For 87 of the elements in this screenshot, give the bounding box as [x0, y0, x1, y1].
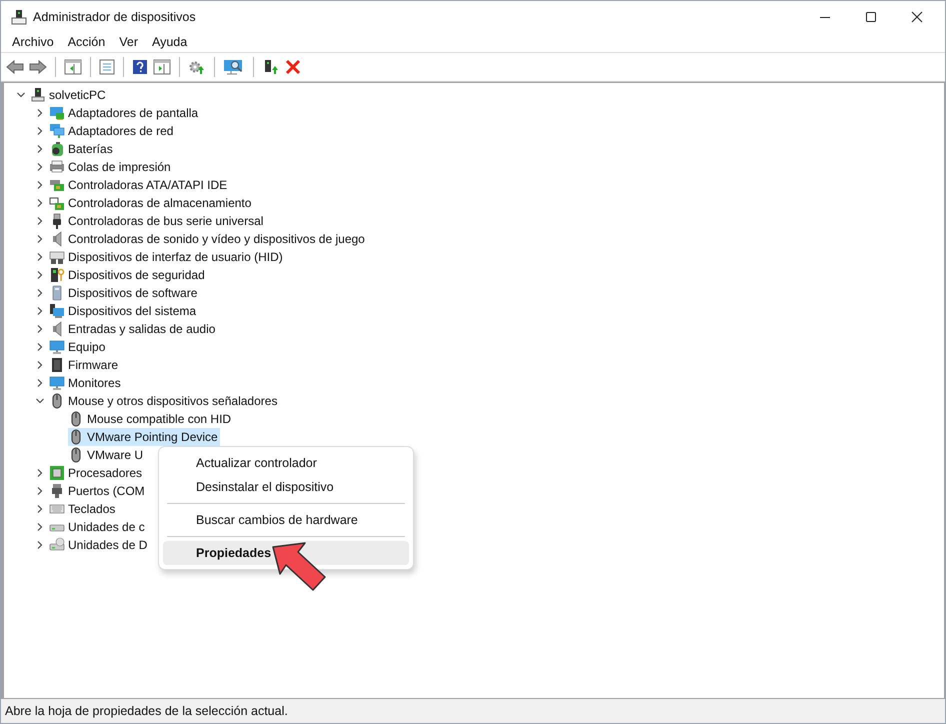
chevron-icon[interactable] — [35, 252, 45, 262]
forward-arrow-icon[interactable] — [29, 59, 47, 75]
chevron-icon[interactable] — [35, 360, 45, 370]
close-icon[interactable] — [911, 10, 923, 22]
disc-drive-icon — [49, 537, 65, 553]
chevron-icon[interactable] — [35, 504, 45, 514]
printer-icon — [49, 159, 65, 175]
pointer-arrow-drawing — [271, 541, 327, 593]
context-menu-item[interactable]: Actualizar controlador — [163, 451, 409, 475]
tree-item[interactable]: Dispositivos de software — [49, 284, 200, 302]
help-icon[interactable] — [132, 59, 148, 75]
monitor-search-icon[interactable] — [223, 59, 245, 75]
chevron-icon[interactable] — [16, 90, 26, 100]
tree-item[interactable]: Controladoras de sonido y vídeo y dispositivos de juego — [49, 230, 367, 248]
tree-item[interactable]: Baterías — [49, 140, 115, 158]
battery-icon — [49, 141, 65, 157]
chip-icon — [49, 357, 65, 373]
context-menu-item[interactable]: Desinstalar el dispositivo — [163, 475, 409, 499]
chevron-icon[interactable] — [35, 216, 45, 226]
tree-item[interactable]: Dispositivos de interfaz de usuario (HID) — [49, 248, 285, 266]
chevron-icon[interactable] — [35, 144, 45, 154]
tree-item[interactable]: Dispositivos de seguridad — [49, 266, 207, 284]
card-icon — [49, 177, 65, 193]
panel-icon[interactable] — [153, 59, 171, 75]
tree-item[interactable]: Procesadores — [49, 464, 144, 482]
tree-item[interactable]: Adaptadores de red — [49, 122, 176, 140]
chevron-icon[interactable] — [35, 540, 45, 550]
chevron-icon[interactable] — [35, 396, 45, 406]
tree-item[interactable]: Mouse compatible con HID — [68, 410, 234, 428]
tree-item[interactable]: Unidades de c — [49, 518, 147, 536]
tree-item[interactable]: solveticPC — [30, 86, 108, 104]
storage-icon — [49, 195, 65, 211]
tree-item[interactable]: Firmware — [49, 356, 120, 374]
tree-item[interactable]: Controladoras de bus serie universal — [49, 212, 266, 230]
chevron-icon[interactable] — [35, 162, 45, 172]
chevron-icon[interactable] — [35, 126, 45, 136]
window-title: Administrador de dispositivos — [33, 10, 196, 24]
key-icon — [49, 267, 65, 283]
back-arrow-icon[interactable] — [6, 59, 24, 75]
delete-icon[interactable] — [285, 59, 301, 75]
menu-item[interactable]: Archivo — [5, 35, 61, 49]
chevron-icon[interactable] — [35, 324, 45, 334]
status-bar: Abre la hoja de propiedades de la selección actual. — [1, 699, 945, 723]
chevron-icon[interactable] — [35, 288, 45, 298]
chevron-icon[interactable] — [35, 108, 45, 118]
tree-item[interactable]: Equipo — [49, 338, 108, 356]
panel-icon[interactable] — [64, 59, 82, 75]
properties-sheet-icon[interactable] — [99, 59, 115, 75]
computer-add-icon[interactable] — [262, 59, 280, 75]
tree-item[interactable]: Unidades de D — [49, 536, 150, 554]
tree-item[interactable]: Puertos (COM — [49, 482, 147, 500]
menu-item[interactable]: Acción — [60, 35, 112, 49]
chevron-icon[interactable] — [35, 522, 45, 532]
tree-item[interactable]: Monitores — [49, 374, 123, 392]
chevron-icon[interactable] — [35, 486, 45, 496]
system-icon — [49, 303, 65, 319]
tree-item[interactable]: VMware Pointing Device — [68, 428, 220, 446]
chevron-icon[interactable] — [35, 180, 45, 190]
chevron-icon[interactable] — [35, 378, 45, 388]
chevron-icon[interactable] — [35, 234, 45, 244]
computer-icon — [30, 87, 46, 103]
maximize-icon[interactable] — [865, 10, 877, 22]
chevron-icon[interactable] — [35, 198, 45, 208]
plug-icon — [49, 483, 65, 499]
chip-icon — [49, 465, 65, 481]
network-icon — [49, 123, 65, 139]
tree-item[interactable]: Dispositivos del sistema — [49, 302, 198, 320]
tree-item[interactable]: Colas de impresión — [49, 158, 173, 176]
chevron-icon[interactable] — [35, 468, 45, 478]
menu-item[interactable]: Ayuda — [144, 35, 194, 49]
gear-icon[interactable] — [188, 59, 206, 75]
tree-item[interactable]: Adaptadores de pantalla — [49, 104, 200, 122]
chevron-icon[interactable] — [35, 270, 45, 280]
chevron-icon[interactable] — [35, 342, 45, 352]
device-manager-icon — [11, 8, 27, 24]
tree-item[interactable]: Controladoras de almacenamiento — [49, 194, 254, 212]
tree-item[interactable]: Mouse y otros dispositivos señaladores — [49, 392, 280, 410]
monitor-icon — [49, 339, 65, 355]
tree-item[interactable]: Teclados — [49, 500, 118, 518]
monitor-icon — [49, 105, 65, 121]
tree-item[interactable]: Entradas y salidas de audio — [49, 320, 218, 338]
context-menu-item[interactable]: Buscar cambios de hardware — [163, 508, 409, 532]
chevron-icon[interactable] — [35, 306, 45, 316]
menu-item[interactable]: Ver — [112, 35, 145, 49]
monitor-icon — [49, 375, 65, 391]
tree-item[interactable]: Controladoras ATA/ATAPI IDE — [49, 176, 230, 194]
tree-item[interactable]: VMware U — [68, 446, 146, 464]
